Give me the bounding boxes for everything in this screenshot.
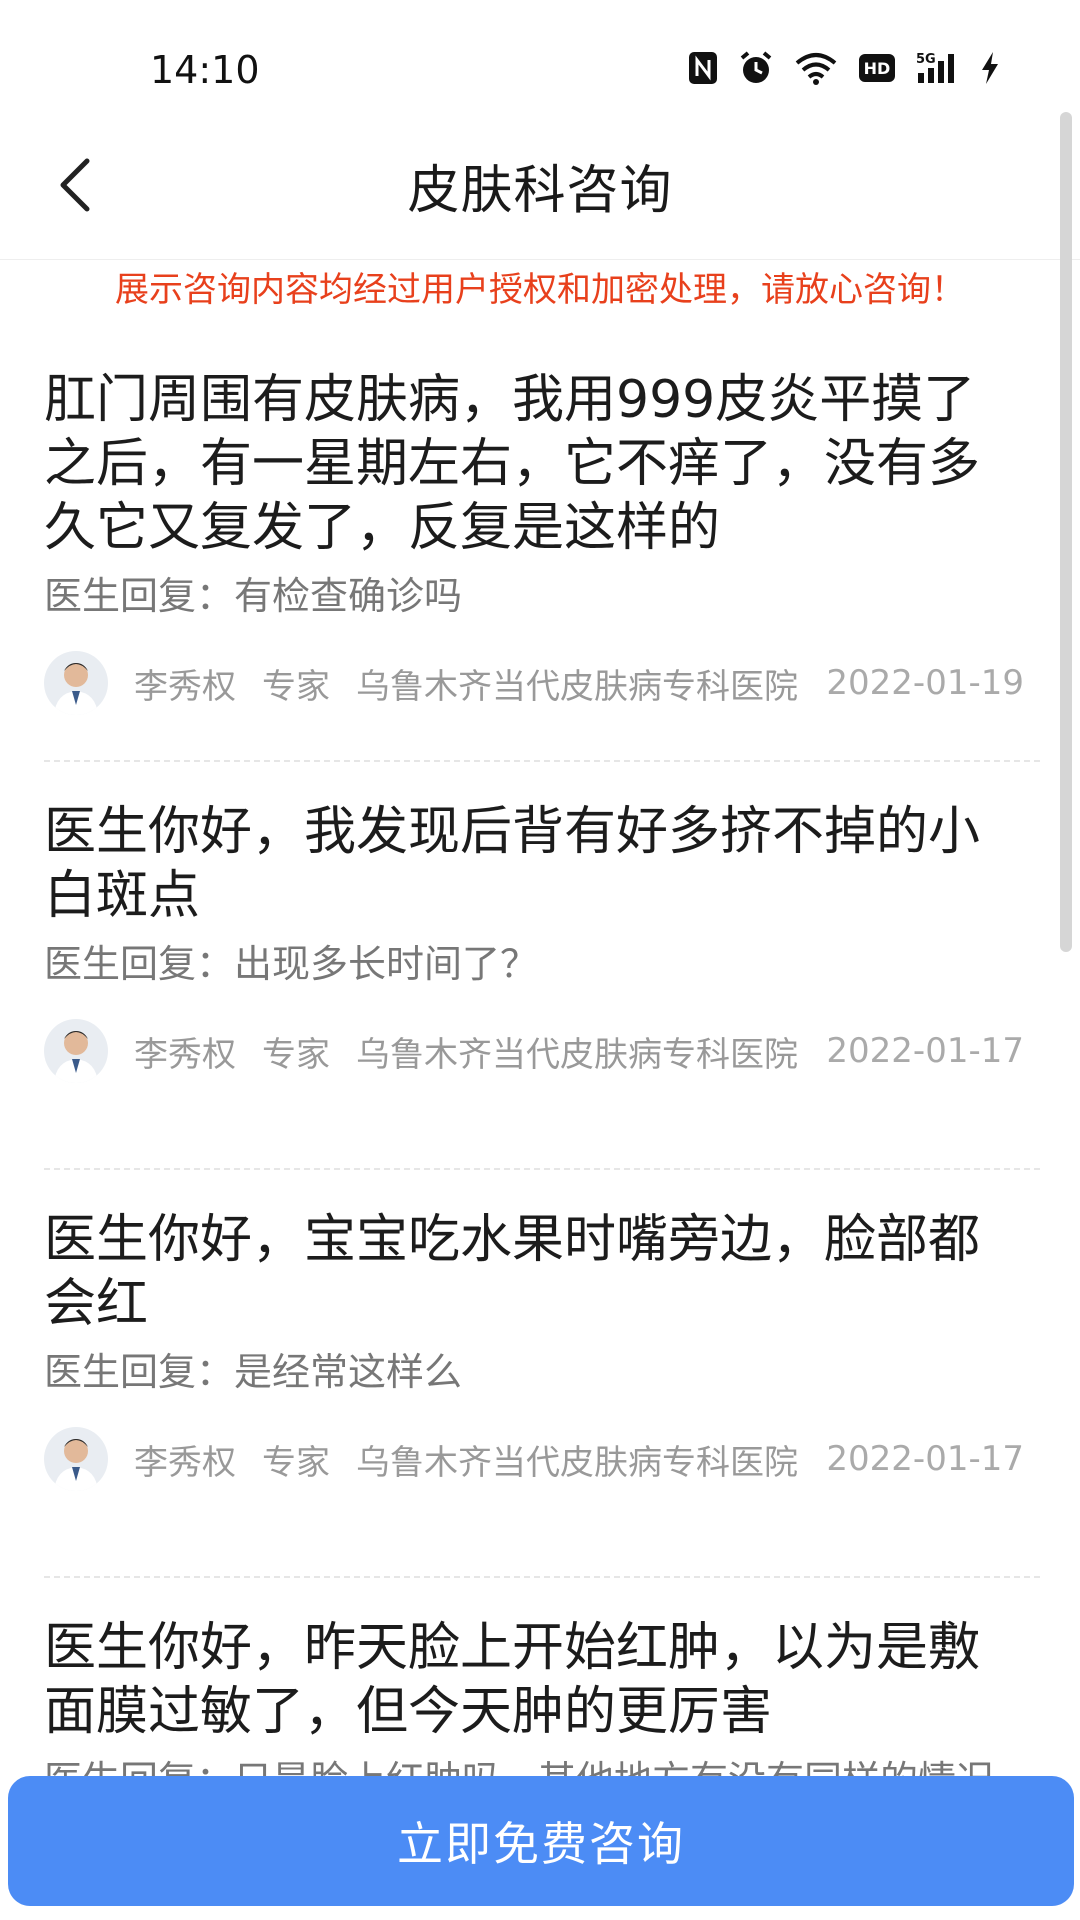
reply-date: 2022-01-17 xyxy=(826,1439,1024,1479)
doctor-title: 专家 xyxy=(262,666,330,707)
doctor-reply: 医生回复：是经常这样么 xyxy=(44,1350,463,1394)
status-bar: 14:10 HD 5G xyxy=(0,0,1080,110)
hospital-name: 乌鲁木齐当代皮肤病专科医院 xyxy=(356,666,798,707)
doctor-name: 李秀权 xyxy=(134,1034,236,1075)
doctor-avatar xyxy=(44,1427,108,1491)
question-text: 医生你好，昨天脸上开始红肿，以为是敷面膜过敏了，但今天肿的更厉害 xyxy=(44,1618,981,1742)
hd-label: HD xyxy=(864,59,891,78)
doctor-meta: 李秀权 专家 乌鲁木齐当代皮肤病专科医院 2022-01-19 xyxy=(44,648,1024,718)
hd-icon: HD xyxy=(858,48,896,88)
question-text: 肛门周围有皮肤病，我用999皮炎平摸了之后，有一星期左右，它不痒了，没有多久它又… xyxy=(44,370,981,558)
nfc-icon xyxy=(688,48,718,88)
doctor-title: 专家 xyxy=(262,1442,330,1483)
network-label: 5G xyxy=(916,52,936,67)
wifi-icon xyxy=(794,48,838,88)
doctor-avatar xyxy=(44,1019,108,1083)
consultation-item[interactable]: 肛门周围有皮肤病，我用999皮炎平摸了之后，有一星期左右，它不痒了，没有多久它又… xyxy=(44,368,1040,762)
question-text: 医生你好，我发现后背有好多挤不掉的小白斑点 xyxy=(44,802,981,926)
question-text: 医生你好，宝宝吃水果时嘴旁边，脸部都会红 xyxy=(44,1210,981,1334)
5g-signal-icon: 5G xyxy=(916,48,960,88)
privacy-notice: 展示咨询内容均经过用户授权和加密处理，请放心咨询！ xyxy=(115,270,965,310)
charging-icon xyxy=(980,48,1000,88)
consultation-list: 肛门周围有皮肤病，我用999皮炎平摸了之后，有一星期左右，它不痒了，没有多久它又… xyxy=(44,368,1040,1916)
doctor-reply: 医生回复：出现多长时间了？ xyxy=(44,942,539,986)
status-icons: HD 5G xyxy=(688,48,1000,88)
consultation-item[interactable]: 医生你好，我发现后背有好多挤不掉的小白斑点 医生回复：出现多长时间了？ 李秀权 … xyxy=(44,800,1040,1170)
nav-bar: 皮肤科咨询 xyxy=(0,110,1080,260)
alarm-icon xyxy=(738,48,774,88)
doctor-avatar xyxy=(44,651,108,715)
doctor-meta: 李秀权 专家 乌鲁木齐当代皮肤病专科医院 2022-01-17 xyxy=(44,1424,1024,1494)
reply-date: 2022-01-17 xyxy=(826,1031,1024,1071)
hospital-name: 乌鲁木齐当代皮肤病专科医院 xyxy=(356,1034,798,1075)
screen: 14:10 HD 5G 皮肤科咨询 展示咨询内容均经过用户授权和加密处理，请放心… xyxy=(0,0,1080,1920)
status-time: 14:10 xyxy=(150,48,260,92)
doctor-meta: 李秀权 专家 乌鲁木齐当代皮肤病专科医院 2022-01-17 xyxy=(44,1016,1024,1086)
reply-date: 2022-01-19 xyxy=(826,663,1024,703)
doctor-name: 李秀权 xyxy=(134,666,236,707)
doctor-name: 李秀权 xyxy=(134,1442,236,1483)
page-title: 皮肤科咨询 xyxy=(407,161,673,221)
hospital-name: 乌鲁木齐当代皮肤病专科医院 xyxy=(356,1442,798,1483)
doctor-reply: 医生回复：有检查确诊吗 xyxy=(44,574,463,618)
scrollbar[interactable] xyxy=(1060,112,1072,952)
free-consult-button[interactable]: 立即免费咨询 xyxy=(8,1776,1074,1906)
doctor-title: 专家 xyxy=(262,1034,330,1075)
consultation-item[interactable]: 医生你好，宝宝吃水果时嘴旁边，脸部都会红 医生回复：是经常这样么 李秀权 专家 … xyxy=(44,1208,1040,1578)
